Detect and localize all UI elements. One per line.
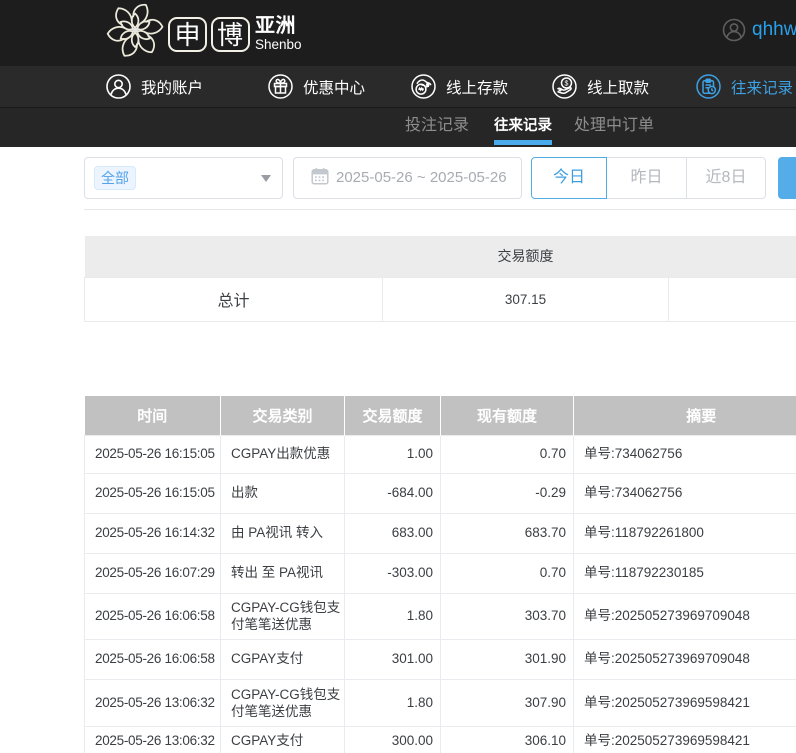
svg-text:$: $ (565, 81, 569, 88)
